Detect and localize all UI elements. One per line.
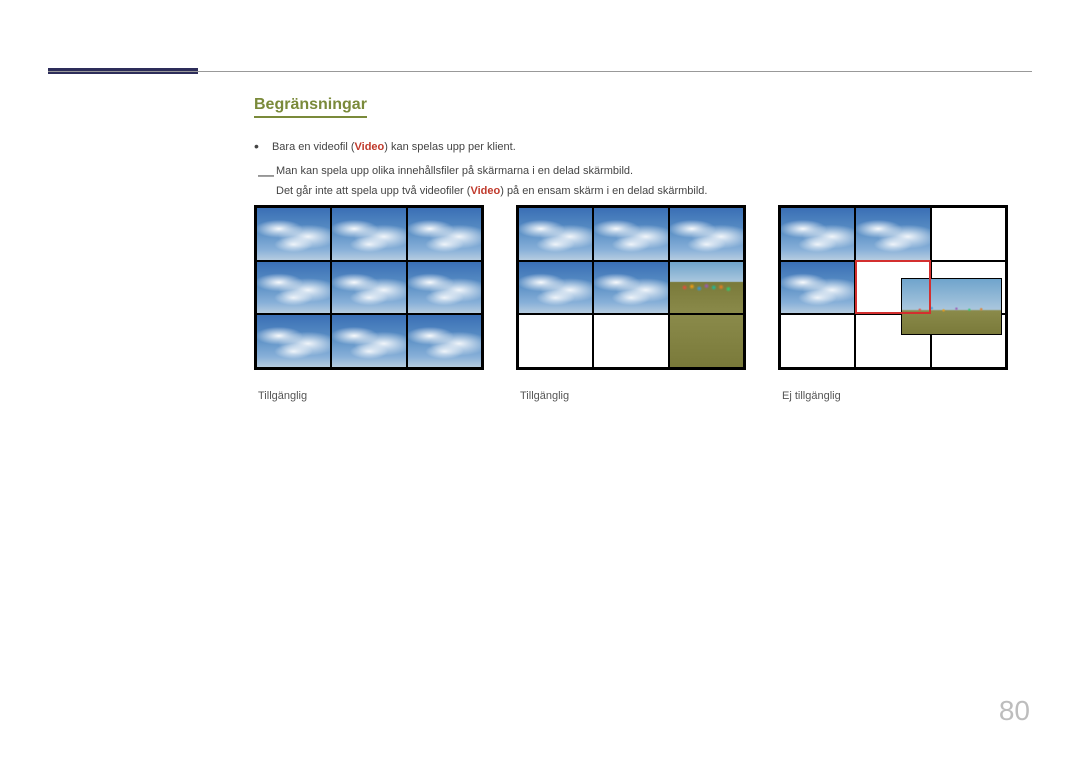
fig2-cell [593,207,668,261]
fig3-grass-overlay [902,279,1001,334]
fig3-cell [855,207,930,261]
video-keyword: Video [470,185,500,197]
fig1-cell [256,261,331,315]
sub2-post: ) på en ensam skärm i en delad skärmbild… [500,185,707,197]
fig1-cell [331,314,406,368]
fig3-grass-detail [902,279,1001,334]
fig3-cell [780,261,855,315]
fig1-cell [331,207,406,261]
fig2-cell [518,314,593,368]
bullet-item: Bara en videofil (Video) kan spelas upp … [254,134,1032,158]
fig2-cell [669,261,744,315]
figure-2-grid [516,205,746,370]
figure-3-grid [778,205,1008,370]
fig1-cell [407,314,482,368]
sub2-pre: Det går inte att spela upp två videofile… [276,185,470,197]
fig2-cell [593,261,668,315]
bullet-text-post: ) kan spelas upp per klient. [384,141,515,153]
fig2-cell [669,314,744,368]
fig1-cell [407,261,482,315]
video-keyword: Video [355,141,385,153]
fig3-cell [931,207,1006,261]
figure-1: Tillgänglig [254,205,484,402]
header-rule [48,71,1032,72]
content-block: Begränsningar Bara en videofil (Video) k… [254,96,1032,201]
bullet-text-pre: Bara en videofil ( [272,141,355,153]
fig3-cell [780,314,855,368]
sub-note: Man kan spela upp olika innehållsfiler p… [276,162,1032,202]
figure-2-label: Tillgänglig [520,390,746,402]
section-title: Begränsningar [254,96,367,118]
fig1-cell [256,314,331,368]
fig1-cell [331,261,406,315]
fig2-cell [518,261,593,315]
figure-3: Ej tillgänglig [778,205,1008,402]
fig2-cell [669,207,744,261]
page-number: 80 [999,695,1030,727]
fig2-cell [593,314,668,368]
fig2-cell [518,207,593,261]
figure-1-grid [254,205,484,370]
bullet-list: Bara en videofil (Video) kan spelas upp … [254,134,1032,158]
figure-1-label: Tillgänglig [258,390,484,402]
figures-row: Tillgänglig Tillgänglig [254,205,1008,402]
sub-line-2: Det går inte att spela upp två videofile… [276,182,1032,202]
figure-2: Tillgänglig [516,205,746,402]
fig1-cell [407,207,482,261]
fig3-cell [780,207,855,261]
sub-line-1: Man kan spela upp olika innehållsfiler p… [276,162,1032,182]
figure-3-label: Ej tillgänglig [782,390,1008,402]
fig1-cell [256,207,331,261]
